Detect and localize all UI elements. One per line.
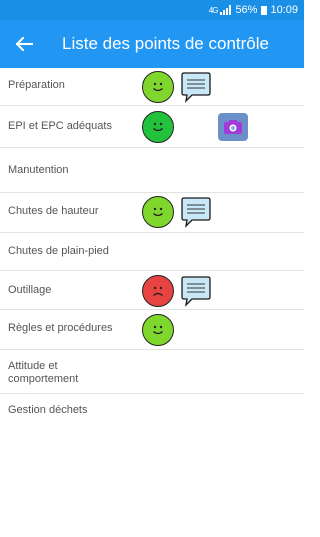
- smiley-happy-icon[interactable]: [142, 71, 174, 103]
- checkpoint-label: Manutention: [8, 164, 69, 176]
- comment-bubble-icon[interactable]: [178, 196, 212, 228]
- checkpoint-row-chutes-plain-pied[interactable]: Chutes de plain-pied: [0, 233, 304, 271]
- checkpoint-row-chutes-hauteur[interactable]: Chutes de hauteur: [0, 193, 304, 233]
- checkpoint-label: Attitude et comportement: [8, 360, 79, 385]
- checkpoint-row-epi-epc[interactable]: EPI et EPC adéquats: [0, 106, 304, 148]
- page-title: Liste des points de contrôle: [62, 34, 269, 53]
- smiley-sad-icon[interactable]: [142, 275, 174, 307]
- comment-bubble-icon[interactable]: [178, 275, 212, 307]
- checkpoint-label: Chutes de plain-pied: [8, 245, 109, 257]
- smiley-happy-icon[interactable]: [142, 111, 174, 143]
- network-type: 4G: [208, 5, 219, 15]
- checkpoint-label: EPI et EPC adéquats: [8, 120, 112, 132]
- comment-bubble-icon[interactable]: [178, 71, 212, 103]
- checkpoint-list: Préparation EPI et EPC adéquats Manutent…: [0, 68, 304, 497]
- checkpoint-label: Outillage: [8, 284, 52, 296]
- arrow-left-icon: [15, 36, 33, 52]
- checkpoint-label: Préparation: [8, 79, 65, 91]
- battery-percent: 56%: [235, 4, 258, 16]
- checkpoint-label: Gestion déchets: [8, 404, 88, 416]
- checkpoint-row-gestion-dechets[interactable]: Gestion déchets: [0, 394, 304, 497]
- clock: 10:09: [270, 4, 298, 16]
- back-button[interactable]: [0, 20, 48, 68]
- checkpoint-label: Chutes de hauteur: [8, 205, 99, 217]
- signal-icon: [220, 5, 232, 15]
- battery-icon: [261, 5, 268, 15]
- checkpoint-row-regles-procedures[interactable]: Règles et procédures: [0, 310, 304, 350]
- smiley-happy-icon[interactable]: [142, 196, 174, 228]
- checkpoint-row-preparation[interactable]: Préparation: [0, 68, 304, 106]
- status-bar: 4G 56% 10:09: [0, 0, 304, 20]
- camera-icon[interactable]: [218, 113, 248, 141]
- app-bar: Liste des points de contrôle: [0, 20, 304, 68]
- checkpoint-label: Règles et procédures: [8, 322, 113, 334]
- smiley-happy-icon[interactable]: [142, 314, 174, 346]
- checkpoint-row-attitude-comportement[interactable]: Attitude et comportement: [0, 350, 304, 394]
- checkpoint-row-outillage[interactable]: Outillage: [0, 271, 304, 310]
- checkpoint-row-manutention[interactable]: Manutention: [0, 148, 304, 193]
